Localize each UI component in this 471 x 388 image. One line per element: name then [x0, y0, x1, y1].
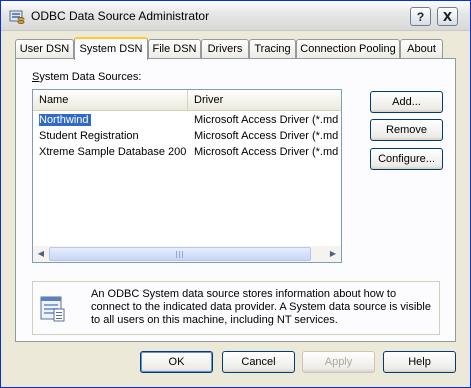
- dsn-driver: Microsoft Access Driver (*.mdb): [194, 130, 339, 142]
- tab-connection-pooling[interactable]: Connection Pooling: [296, 39, 400, 58]
- apply-button[interactable]: Apply: [302, 351, 375, 373]
- close-icon: X: [442, 10, 453, 24]
- tab-label: User DSN: [19, 43, 70, 55]
- list-header: Name Driver: [33, 90, 341, 111]
- column-header-name[interactable]: Name: [33, 90, 188, 110]
- data-source-icon: [40, 296, 65, 322]
- info-box: An ODBC System data source stores inform…: [32, 281, 440, 335]
- label-text: ystem Data Sources:: [39, 71, 142, 83]
- scrollbar-thumb[interactable]: [49, 247, 311, 261]
- list-item[interactable]: Xtreme Sample Database 2005 Microsoft Ac…: [33, 144, 341, 160]
- remove-button[interactable]: Remove: [370, 119, 443, 141]
- scroll-left-icon[interactable]: ◀: [33, 246, 49, 262]
- scroll-right-icon[interactable]: ▶: [325, 246, 341, 262]
- tab-label: Connection Pooling: [300, 43, 396, 55]
- info-description: An ODBC System data source stores inform…: [91, 288, 431, 326]
- tab-about[interactable]: About: [400, 39, 443, 58]
- dsn-name: Xtreme Sample Database 2005: [39, 146, 187, 158]
- tab-drivers[interactable]: Drivers: [201, 39, 249, 58]
- tab-label: System DSN: [79, 43, 143, 55]
- tab-tracing[interactable]: Tracing: [249, 39, 296, 58]
- list-item[interactable]: Student Registration Microsoft Access Dr…: [33, 128, 341, 144]
- dsn-driver: Microsoft Access Driver (*.mdb): [194, 114, 339, 126]
- dsn-name: Student Registration: [39, 130, 139, 142]
- configure-button[interactable]: Configure...: [370, 148, 443, 170]
- system-data-sources-label: System Data Sources:: [32, 71, 141, 83]
- cancel-button[interactable]: Cancel: [222, 351, 295, 373]
- add-button[interactable]: Add...: [370, 91, 443, 113]
- dsn-name-cell: Northwind: [39, 112, 187, 128]
- horizontal-scrollbar[interactable]: ◀ ▶: [33, 246, 341, 262]
- tab-label: Drivers: [207, 43, 243, 55]
- help-button[interactable]: Help: [383, 351, 456, 373]
- data-sources-list[interactable]: Name Driver Northwind Microsoft Access D…: [32, 89, 342, 263]
- close-title-button[interactable]: X: [437, 7, 458, 26]
- tab-system-dsn[interactable]: System DSN: [74, 37, 148, 60]
- column-header-driver[interactable]: Driver: [188, 90, 341, 110]
- dsn-name-cell: Xtreme Sample Database 2005: [39, 144, 187, 160]
- ok-button[interactable]: OK: [140, 351, 213, 373]
- odbc-app-icon: [9, 10, 25, 24]
- tab-label: About: [407, 43, 436, 55]
- tab-label: File DSN: [152, 43, 197, 55]
- tab-file-dsn[interactable]: File DSN: [148, 39, 201, 58]
- list-item[interactable]: Northwind Microsoft Access Driver (*.mdb…: [33, 112, 341, 128]
- window-title: ODBC Data Source Administrator: [31, 9, 210, 23]
- dsn-driver: Microsoft Access Driver (*.mdb): [194, 146, 339, 158]
- dsn-name: Northwind: [39, 114, 91, 126]
- dsn-name-cell: Student Registration: [39, 128, 187, 144]
- tab-label: Tracing: [254, 43, 291, 55]
- help-icon: ?: [416, 10, 425, 24]
- system-dsn-panel: System Data Sources: Name Driver Northwi…: [15, 58, 456, 342]
- help-title-button[interactable]: ?: [410, 7, 431, 26]
- tab-user-dsn[interactable]: User DSN: [15, 39, 74, 58]
- grip-icon: [176, 251, 185, 258]
- title-bar[interactable]: ODBC Data Source Administrator ? X: [1, 1, 470, 31]
- odbc-window: ODBC Data Source Administrator ? X User …: [0, 0, 471, 388]
